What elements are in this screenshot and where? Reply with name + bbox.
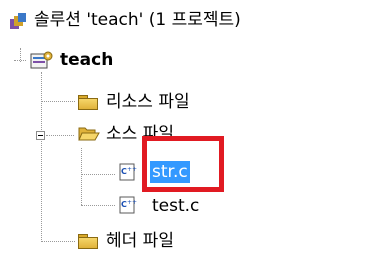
folder-icon bbox=[78, 95, 98, 110]
solution-icon bbox=[10, 13, 26, 29]
tree-line-children bbox=[41, 72, 42, 242]
resource-folder-label: 리소스 파일 bbox=[106, 92, 190, 112]
file-label-test: test.c bbox=[152, 196, 200, 216]
project-icon bbox=[30, 51, 53, 69]
tree-line-header bbox=[41, 241, 75, 242]
project-row[interactable]: teach bbox=[30, 48, 170, 74]
c-source-file-icon: C ++ bbox=[119, 163, 137, 181]
solution-label: 솔루션 'teach' (1 프로젝트) bbox=[34, 10, 241, 30]
tree-line-str bbox=[81, 174, 115, 175]
tree-line-source-children bbox=[81, 148, 82, 205]
svg-text:++: ++ bbox=[127, 199, 137, 206]
folder-icon bbox=[78, 234, 98, 249]
open-folder-icon bbox=[78, 127, 100, 141]
tree-line-test bbox=[81, 205, 115, 206]
c-source-file-icon: C ++ bbox=[119, 196, 137, 214]
resource-folder-row[interactable]: 리소스 파일 bbox=[78, 90, 278, 114]
tree-line-resource bbox=[41, 101, 75, 102]
highlight-box bbox=[142, 136, 224, 192]
tree-line-source bbox=[46, 135, 74, 136]
collapse-expander-icon[interactable] bbox=[36, 131, 45, 140]
tree-line-project-h bbox=[14, 60, 26, 61]
solution-row[interactable]: 솔루션 'teach' (1 프로젝트) bbox=[0, 8, 360, 32]
project-label: teach bbox=[60, 50, 114, 70]
header-folder-label: 헤더 파일 bbox=[106, 231, 174, 251]
file-row-test[interactable]: C ++ test.c bbox=[118, 193, 228, 219]
header-folder-row[interactable]: 헤더 파일 bbox=[78, 229, 278, 253]
svg-text:++: ++ bbox=[127, 166, 137, 173]
